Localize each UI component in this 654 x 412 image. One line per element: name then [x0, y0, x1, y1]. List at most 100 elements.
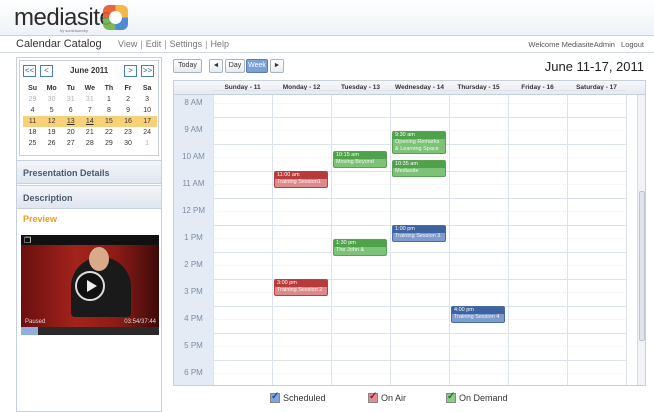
day-cell[interactable]: 6 — [61, 105, 80, 116]
day-cell[interactable]: 4 — [23, 105, 42, 116]
calendar-event[interactable]: 11:00 am Training Session1 — [274, 171, 328, 188]
description-header[interactable]: Description — [17, 185, 161, 209]
day-cell[interactable]: 26 — [42, 138, 61, 149]
day-cell[interactable]: 30 — [42, 94, 61, 105]
calendar-event[interactable]: 1:00 pm Training Session 3 — [392, 225, 446, 242]
calendar-event[interactable]: 3:00 pm Training Session 2 — [274, 279, 328, 296]
hour-gridline — [213, 117, 626, 118]
day-cell[interactable]: 18 — [23, 127, 42, 138]
legend-on-air[interactable]: On Air — [368, 391, 407, 403]
day-cell[interactable]: 25 — [23, 138, 42, 149]
day-view-button[interactable]: Day — [225, 59, 245, 73]
calendar-event[interactable]: 9:30 am Opening Remarks & Learning Space — [392, 130, 446, 154]
day-cell[interactable]: 1 — [138, 138, 157, 149]
day-cell[interactable]: 5 — [42, 105, 61, 116]
scheduled-checkbox[interactable] — [270, 391, 280, 403]
hour-label: 1 PM — [184, 233, 203, 242]
event-title: Training Session 2 — [277, 287, 323, 293]
mini-calendar: << < June 2011 > >> Su Mo Tu We Th Fr Sa 29 30 31… — [19, 60, 159, 156]
day-cell[interactable]: 19 — [42, 127, 61, 138]
event-title: Training Session 3 — [395, 233, 441, 239]
day-cell[interactable]: 13 — [61, 116, 80, 127]
nav-help[interactable]: Help — [210, 39, 229, 49]
day-cell[interactable]: 17 — [138, 116, 157, 127]
nav-view[interactable]: View — [118, 39, 137, 49]
day-cell[interactable]: 11 — [23, 116, 42, 127]
calendar-event[interactable]: 10:35 am Mediasite — [392, 159, 446, 177]
next-year-button[interactable]: >> — [141, 65, 154, 77]
header-bar: mediasite by sonicfoundry — [0, 0, 654, 36]
hour-gridline — [213, 198, 626, 199]
day-cell[interactable]: 14 — [80, 116, 99, 127]
event-title: Training Session1 — [277, 179, 321, 185]
day-cell[interactable]: 1 — [99, 94, 118, 105]
week-row: 4 5 6 7 8 9 10 — [23, 105, 157, 116]
video-progress-fill — [21, 327, 38, 335]
day-cell[interactable]: 21 — [80, 127, 99, 138]
legend-on-demand[interactable]: On Demand — [446, 391, 508, 403]
half-hour-gridline — [213, 157, 626, 158]
day-cell[interactable]: 20 — [61, 127, 80, 138]
day-cell[interactable]: 8 — [99, 105, 118, 116]
day-cell[interactable]: 27 — [61, 138, 80, 149]
day-cell[interactable]: 15 — [99, 116, 118, 127]
day-cell[interactable]: 30 — [118, 138, 137, 149]
video-player[interactable]: ❐ Paused 03:54/37:44 — [21, 235, 159, 335]
weekday-label: Sa — [142, 85, 152, 92]
left-pane: << < June 2011 > >> Su Mo Tu We Th Fr Sa 29 30 31… — [16, 57, 162, 412]
day-cell[interactable]: 31 — [61, 94, 80, 105]
day-cell[interactable]: 2 — [118, 94, 137, 105]
day-cell[interactable]: 12 — [42, 116, 61, 127]
day-cell[interactable]: 3 — [138, 94, 157, 105]
window-icon[interactable]: ❐ — [24, 236, 31, 245]
play-icon[interactable] — [75, 271, 105, 301]
video-progress-bar[interactable] — [21, 327, 159, 335]
hour-gridline — [213, 333, 626, 334]
day-cell[interactable]: 28 — [80, 138, 99, 149]
calendar-event[interactable]: 10:15 am Moving Beyond — [333, 150, 387, 168]
next-month-button[interactable]: > — [124, 65, 137, 77]
day-cell[interactable]: 16 — [118, 116, 137, 127]
logout-link[interactable]: Logout — [621, 40, 644, 49]
event-title: Moving Beyond — [336, 158, 374, 165]
day-cell[interactable]: 29 — [23, 94, 42, 105]
day-column-line — [331, 95, 332, 385]
prev-year-button[interactable]: << — [23, 65, 36, 77]
day-cell[interactable]: 22 — [99, 127, 118, 138]
week-row: 11 12 13 14 15 16 17 — [23, 116, 157, 127]
day-cell[interactable]: 10 — [138, 105, 157, 116]
day-cell[interactable]: 9 — [118, 105, 137, 116]
half-hour-gridline — [213, 346, 626, 347]
event-time: 10:15 am — [334, 151, 386, 159]
nav-settings[interactable]: Settings — [170, 39, 203, 49]
calendar-event[interactable]: 1:30 pm The John & — [333, 238, 387, 256]
week-view-button[interactable]: Week — [246, 59, 268, 73]
prev-week-button[interactable]: ◄ — [209, 59, 223, 73]
on-demand-checkbox[interactable] — [446, 391, 456, 403]
legend-scheduled[interactable]: Scheduled — [270, 391, 326, 403]
half-hour-gridline — [213, 211, 626, 212]
nav-edit[interactable]: Edit — [146, 39, 162, 49]
weekday-label: Su — [28, 85, 38, 92]
scrollbar-thumb[interactable] — [639, 191, 645, 341]
next-week-button[interactable]: ► — [270, 59, 284, 73]
on-air-checkbox[interactable] — [368, 391, 378, 403]
day-cell[interactable]: 23 — [118, 127, 137, 138]
prev-month-button[interactable]: < — [40, 65, 53, 77]
legend-on-air-label: On Air — [381, 393, 407, 403]
day-cell[interactable]: 31 — [80, 94, 99, 105]
hour-label: 2 PM — [184, 260, 203, 269]
presentation-details-header[interactable]: Presentation Details — [17, 160, 161, 184]
presenter-head-image — [89, 247, 109, 271]
day-cell[interactable]: 7 — [80, 105, 99, 116]
calendar-scrollbar[interactable] — [637, 95, 645, 385]
event-title: Mediasite — [395, 167, 419, 174]
calendar-event[interactable]: 4:00 pm Training Session 4 — [451, 306, 505, 323]
day-cell[interactable]: 24 — [138, 127, 157, 138]
day-cell[interactable]: 29 — [99, 138, 118, 149]
weekday-label: Mo — [46, 85, 57, 92]
event-title: Training Session 4 — [454, 314, 500, 320]
video-status: Paused — [25, 319, 46, 325]
today-button[interactable]: Today — [173, 59, 202, 73]
preview-label: Preview — [23, 214, 58, 224]
